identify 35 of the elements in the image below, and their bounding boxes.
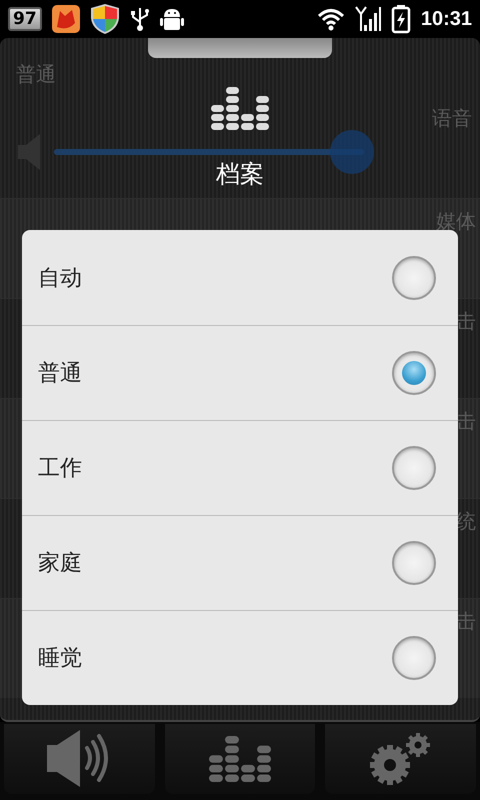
battery-charging-icon — [390, 4, 411, 34]
profile-option[interactable]: 家庭 — [22, 515, 458, 610]
option-label: 工作 — [38, 455, 82, 483]
android-icon — [160, 6, 184, 32]
equalizer-icon — [209, 736, 271, 782]
option-label: 普通 — [38, 360, 82, 388]
battery-level-badge: 97 — [8, 7, 42, 31]
radio-button[interactable] — [392, 351, 436, 395]
radio-button[interactable] — [392, 256, 436, 300]
volume-slider-thumb[interactable] — [330, 130, 374, 174]
usb-icon — [130, 6, 150, 32]
equalizer-tab-button[interactable] — [164, 724, 316, 794]
profile-option[interactable]: 普通 — [22, 325, 458, 420]
clock-time: 10:31 — [420, 8, 472, 30]
radio-button[interactable] — [392, 541, 436, 585]
profile-option[interactable]: 睡觉 — [22, 610, 458, 705]
profile-tab-label: 击 — [456, 309, 476, 335]
profile-option[interactable]: 工作 — [22, 420, 458, 515]
radio-button[interactable] — [392, 446, 436, 490]
profile-tab-label: 语音 — [432, 106, 473, 130]
signal-icon — [354, 5, 381, 33]
equalizer-icon — [211, 87, 269, 130]
radio-button[interactable] — [392, 636, 436, 680]
app-icon — [52, 5, 80, 33]
option-label: 家庭 — [38, 550, 82, 578]
profile-option[interactable]: 自动 — [22, 230, 458, 325]
settings-tab-button[interactable] — [325, 724, 476, 794]
wifi-icon — [316, 7, 345, 31]
current-profile-label: 普通 — [15, 61, 57, 88]
profile-title: 档案 — [215, 160, 265, 188]
option-label: 睡觉 — [38, 645, 82, 673]
volume-tab-button[interactable] — [4, 724, 155, 794]
option-label: 自动 — [38, 264, 82, 292]
drawer-handle[interactable] — [148, 38, 332, 58]
shield-icon — [90, 3, 120, 35]
